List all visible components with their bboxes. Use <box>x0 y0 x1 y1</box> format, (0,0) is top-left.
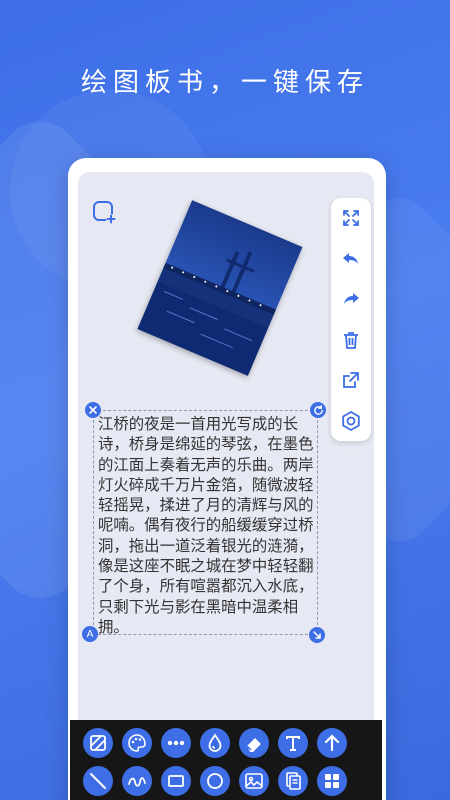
document-icon[interactable] <box>278 766 308 796</box>
rectangle-icon[interactable] <box>161 766 191 796</box>
circle-icon[interactable] <box>200 766 230 796</box>
poem-text[interactable]: 江桥的夜是一首用光写成的长诗，桥身是绵延的琴弦，在墨色的江面上奏着无声的乐曲。两… <box>98 414 316 637</box>
redo-icon[interactable] <box>339 287 363 311</box>
resize-icon[interactable] <box>309 627 325 643</box>
line-icon[interactable] <box>83 766 113 796</box>
delete-icon[interactable] <box>339 328 363 352</box>
rotate-icon[interactable] <box>310 402 326 418</box>
text-style-icon[interactable]: A <box>82 626 98 642</box>
headline: 绘图板书，一键保存 <box>80 68 369 98</box>
arrow-icon[interactable] <box>317 728 347 758</box>
more-icon[interactable] <box>161 728 191 758</box>
settings-icon[interactable] <box>339 409 363 433</box>
fullscreen-icon[interactable] <box>339 206 363 230</box>
export-icon[interactable] <box>339 368 363 392</box>
grid-icon[interactable] <box>317 766 347 796</box>
right-toolbar <box>331 198 371 441</box>
image-icon[interactable] <box>239 766 269 796</box>
text-icon[interactable] <box>278 728 308 758</box>
palette-icon[interactable] <box>122 728 152 758</box>
curve-icon[interactable] <box>122 766 152 796</box>
eraser-icon[interactable] <box>239 728 269 758</box>
fill-icon[interactable] <box>83 728 113 758</box>
add-page-icon[interactable] <box>92 200 116 224</box>
ink-drop-icon[interactable] <box>200 728 230 758</box>
close-icon[interactable] <box>85 402 101 418</box>
undo-icon[interactable] <box>339 247 363 271</box>
